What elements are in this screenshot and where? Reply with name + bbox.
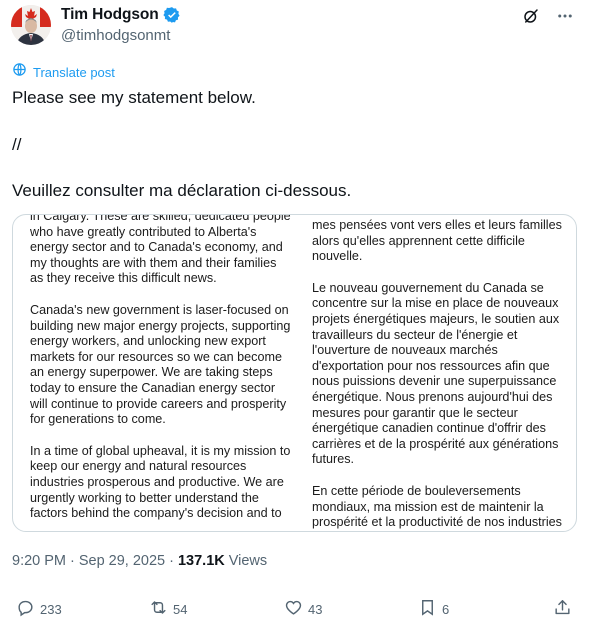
statement-english-column: in Calgary. These are skilled, dedicated…	[30, 214, 292, 531]
verified-badge-icon[interactable]	[163, 6, 181, 24]
bookmark-icon	[418, 598, 437, 620]
bookmark-count: 6	[442, 601, 450, 617]
like-icon	[284, 598, 303, 620]
avatar[interactable]	[11, 5, 51, 45]
statement-paragraph: En cette période de bouleversements mond…	[312, 483, 562, 530]
more-icon[interactable]	[555, 6, 575, 26]
statement-paragraph: Le nouveau gouvernement du Canada se con…	[312, 280, 560, 467]
action-bar: 233 54 43 6	[0, 598, 589, 622]
author-display-name[interactable]: Tim Hodgson	[61, 6, 159, 24]
statement-paragraph: in Calgary. These are skilled, dedicated…	[30, 214, 291, 286]
like-count: 43	[308, 601, 323, 617]
tweet-text-line: Veuillez consulter ma déclaration ci-des…	[12, 181, 352, 200]
reply-count: 233	[40, 601, 62, 617]
meta-separator: ·	[70, 553, 75, 569]
tweet-text-line: //	[12, 135, 22, 154]
bookmark-button[interactable]: 6	[418, 598, 449, 620]
statement-paragraph: Canada's new government is laser-focused…	[30, 302, 291, 427]
repost-icon	[149, 598, 168, 620]
grok-icon[interactable]	[521, 6, 541, 26]
views-label: Views	[228, 553, 268, 569]
statement-paragraph: mes pensées vont vers elles et leurs fam…	[312, 218, 562, 264]
views-count: 137.1K	[177, 553, 225, 569]
repost-count: 54	[173, 601, 188, 617]
post-date[interactable]: Sep 29, 2025	[79, 553, 165, 569]
statement-french-column: mes pensées vont vers elles et leurs fam…	[312, 218, 568, 531]
post-time[interactable]: 9:20 PM	[12, 553, 66, 569]
post-metadata: 9:20 PM · Sep 29, 2025 · 137.1K Views	[12, 553, 267, 569]
like-button[interactable]: 43	[284, 598, 322, 620]
statement-image[interactable]: in Calgary. These are skilled, dedicated…	[12, 214, 577, 532]
reply-icon	[16, 598, 35, 620]
tweet-text-line: Please see my statement below.	[12, 88, 256, 107]
post-header: Tim Hodgson @timhodgsonmt	[0, 0, 589, 56]
share-icon	[553, 598, 572, 620]
translate-icon	[12, 62, 27, 82]
translate-post-label: Translate post	[33, 64, 115, 80]
reply-button[interactable]: 233	[16, 598, 62, 620]
statement-paragraph: In a time of global upheaval, it is my m…	[30, 443, 291, 521]
translate-post-button[interactable]: Translate post	[12, 62, 115, 82]
share-button[interactable]	[553, 598, 572, 620]
author-handle[interactable]: @timhodgsonmt	[61, 27, 170, 44]
meta-separator: ·	[169, 553, 174, 569]
repost-button[interactable]: 54	[149, 598, 187, 620]
